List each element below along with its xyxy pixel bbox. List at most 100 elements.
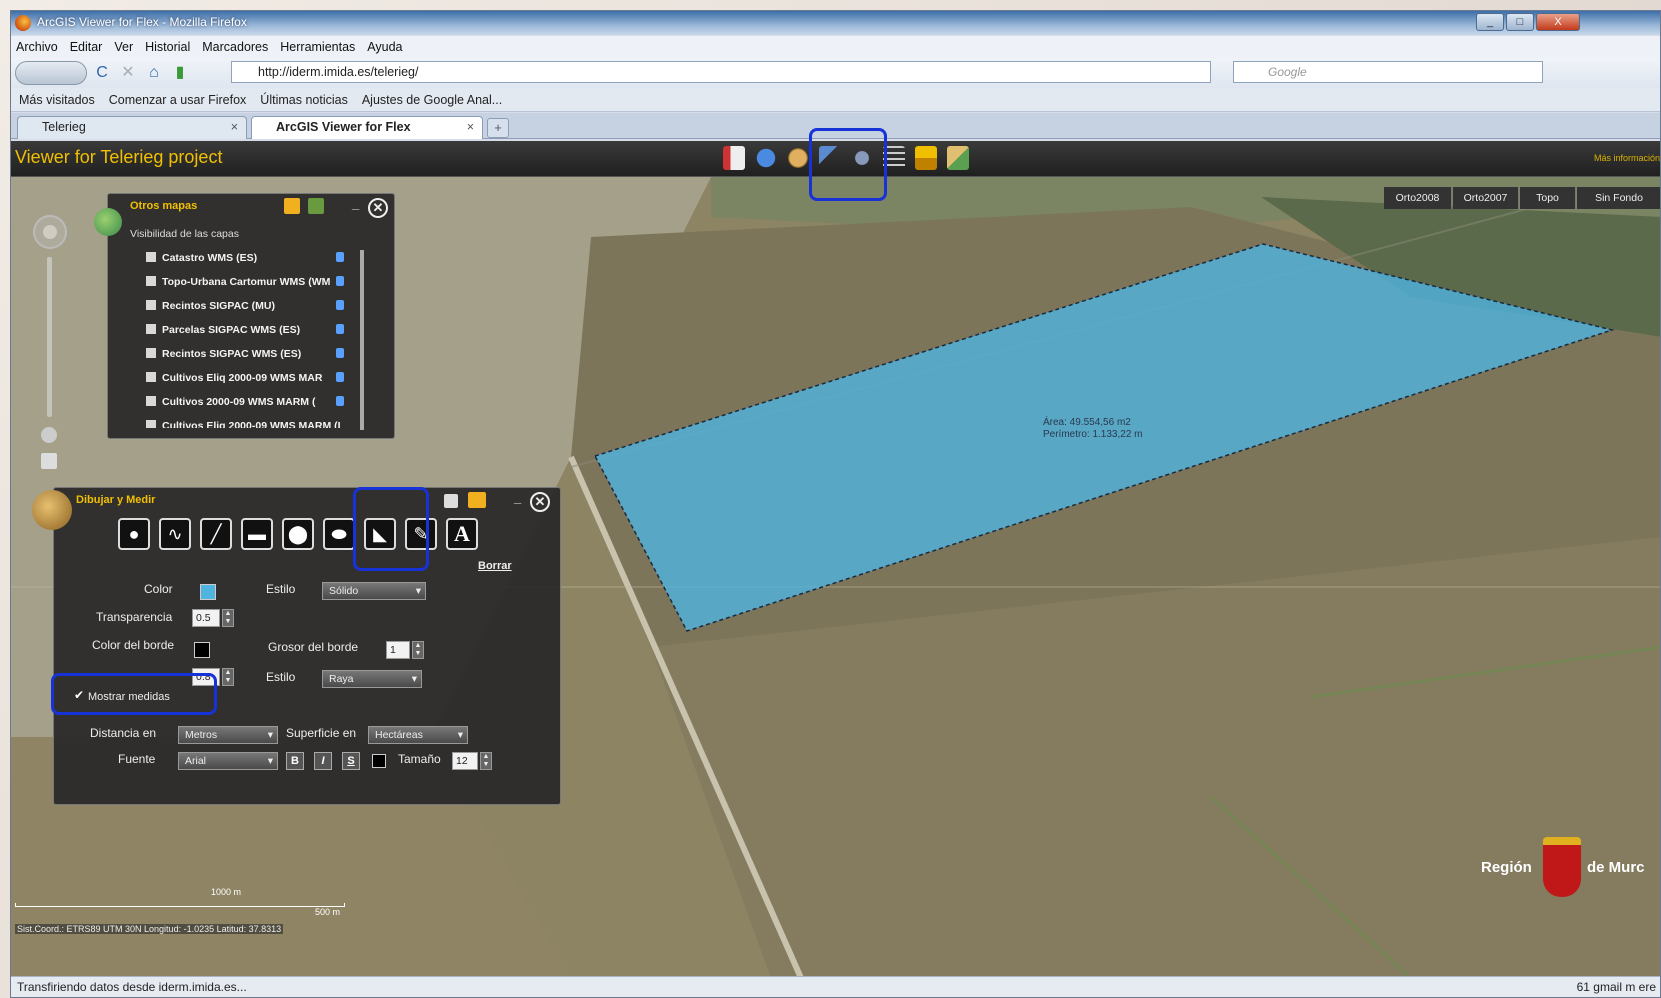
- bookmark-comenzar-firefox[interactable]: Comenzar a usar Firefox: [109, 93, 247, 107]
- distance-label: Distancia en: [90, 726, 157, 740]
- font-size-input[interactable]: 12: [452, 752, 478, 770]
- layer-row[interactable]: Topo-Urbana Cartomur WMS (WM: [146, 276, 344, 288]
- draw-freehand-line-tool[interactable]: ╱: [200, 518, 232, 550]
- font-select[interactable]: Arial: [178, 752, 278, 770]
- save-icon[interactable]: [308, 198, 324, 214]
- info-icon[interactable]: [336, 348, 344, 358]
- layers-widget-icon[interactable]: [915, 146, 937, 170]
- menu-archivo[interactable]: Archivo: [16, 40, 58, 54]
- draw-text-tool[interactable]: A: [446, 518, 478, 550]
- basemap-orto2007[interactable]: Orto2007: [1453, 187, 1519, 209]
- save-icon[interactable]: [444, 494, 458, 508]
- bookmarks-widget-icon[interactable]: [723, 146, 745, 170]
- tab-telerieg[interactable]: Telerieg ×: [17, 116, 247, 139]
- bold-button[interactable]: B: [286, 752, 304, 770]
- layer-row[interactable]: Cultivos Eliq 2000-09 WMS MARM (I: [146, 420, 341, 428]
- zoom-out-button[interactable]: [41, 453, 57, 469]
- basemap-topo[interactable]: Topo: [1520, 187, 1576, 209]
- fill-color-swatch[interactable]: [200, 584, 216, 600]
- font-color-swatch[interactable]: [372, 754, 386, 768]
- border-style-select[interactable]: Raya: [322, 670, 422, 688]
- info-icon[interactable]: [336, 396, 344, 406]
- draw-rectangle-tool[interactable]: ▬: [241, 518, 273, 550]
- url-bar[interactable]: http://iderm.imida.es/telerieg/: [231, 61, 1211, 83]
- layers-minimize-button[interactable]: _: [352, 196, 359, 211]
- info-icon[interactable]: [336, 252, 344, 262]
- menu-marcadores[interactable]: Marcadores: [202, 40, 268, 54]
- reload-icon[interactable]: C: [91, 62, 113, 84]
- layer-row[interactable]: Cultivos Eliq 2000-09 WMS MAR: [146, 372, 344, 384]
- globe-widget-icon[interactable]: [755, 146, 777, 170]
- bookmark-mas-visitados[interactable]: Más visitados: [19, 93, 95, 107]
- more-info-link[interactable]: Más información: [1594, 153, 1660, 163]
- italic-button[interactable]: I: [314, 752, 332, 770]
- layer-checkbox[interactable]: [146, 300, 156, 310]
- pan-icon[interactable]: [43, 225, 57, 239]
- layer-checkbox[interactable]: [146, 348, 156, 358]
- close-window-button[interactable]: X: [1536, 13, 1580, 31]
- basemap-sin-fondo[interactable]: Sin Fondo: [1577, 187, 1660, 209]
- layer-row[interactable]: Cultivos 2000-09 WMS MARM (: [146, 396, 344, 408]
- menu-historial[interactable]: Historial: [145, 40, 190, 54]
- map-view[interactable]: Área: 49.554,56 m2 Perímetro: 1.133,22 m…: [11, 177, 1660, 976]
- tab-arcgis-viewer[interactable]: ArcGIS Viewer for Flex ×: [251, 116, 483, 139]
- draw-close-button[interactable]: ✕: [530, 492, 550, 512]
- menu-ayuda[interactable]: Ayuda: [367, 40, 402, 54]
- draw-point-tool[interactable]: ●: [118, 518, 150, 550]
- info-icon[interactable]: [336, 276, 344, 286]
- draw-circle-tool[interactable]: ⬤: [282, 518, 314, 550]
- zoom-slider[interactable]: [47, 257, 52, 417]
- layer-checkbox[interactable]: [146, 420, 156, 428]
- folder-icon[interactable]: [284, 198, 300, 214]
- border-alpha-stepper[interactable]: ▲ ▼: [222, 668, 234, 686]
- folder-icon[interactable]: [468, 492, 486, 508]
- layer-row[interactable]: Recintos SIGPAC (MU): [146, 300, 344, 312]
- distance-unit-select[interactable]: Metros: [178, 726, 278, 744]
- home-icon[interactable]: ⌂: [143, 62, 165, 84]
- new-tab-button[interactable]: +: [487, 118, 509, 138]
- border-width-stepper[interactable]: ▲ ▼: [412, 641, 424, 659]
- layer-checkbox[interactable]: [146, 324, 156, 334]
- info-icon[interactable]: [336, 324, 344, 334]
- transparency-input[interactable]: 0.5: [192, 609, 220, 627]
- border-color-swatch[interactable]: [194, 642, 210, 658]
- border-width-input[interactable]: 1: [386, 641, 410, 659]
- search-input[interactable]: Google: [1233, 61, 1543, 83]
- bookmark-bar-icon[interactable]: ▮: [169, 62, 191, 84]
- layers-scrollbar[interactable]: [360, 250, 364, 430]
- tab-close-icon[interactable]: ×: [231, 117, 238, 138]
- font-size-stepper[interactable]: ▲ ▼: [480, 752, 492, 770]
- layer-checkbox[interactable]: [146, 396, 156, 406]
- draw-measure-widget-icon[interactable]: [787, 146, 809, 170]
- bookmark-ajustes-google[interactable]: Ajustes de Google Anal...: [362, 93, 502, 107]
- layer-checkbox[interactable]: [146, 252, 156, 262]
- underline-button[interactable]: S: [342, 752, 360, 770]
- basemap-orto2008[interactable]: Orto2008: [1384, 187, 1452, 209]
- stop-icon[interactable]: ✕: [117, 62, 139, 84]
- area-unit-select[interactable]: Hectáreas: [368, 726, 468, 744]
- info-icon[interactable]: [336, 372, 344, 382]
- menu-herramientas[interactable]: Herramientas: [280, 40, 355, 54]
- zoom-slider-handle[interactable]: [41, 427, 57, 443]
- draw-ellipse-tool[interactable]: ⬬: [323, 518, 355, 550]
- menu-editar[interactable]: Editar: [70, 40, 103, 54]
- layer-checkbox[interactable]: [146, 372, 156, 382]
- minimize-button[interactable]: _: [1476, 13, 1504, 31]
- fill-style-select[interactable]: Sólido: [322, 582, 426, 600]
- back-button[interactable]: [15, 61, 87, 85]
- layer-row[interactable]: Recintos SIGPAC WMS (ES): [146, 348, 344, 360]
- draw-minimize-button[interactable]: _: [514, 490, 521, 505]
- layer-row[interactable]: Parcelas SIGPAC WMS (ES): [146, 324, 344, 336]
- layers-close-button[interactable]: ✕: [368, 198, 388, 218]
- layer-row[interactable]: Catastro WMS (ES): [146, 252, 344, 264]
- draw-polyline-tool[interactable]: ∿: [159, 518, 191, 550]
- info-icon[interactable]: [336, 300, 344, 310]
- layer-checkbox[interactable]: [146, 276, 156, 286]
- bookmark-ultimas-noticias[interactable]: Últimas noticias: [260, 93, 348, 107]
- tab-close-icon[interactable]: ×: [467, 117, 474, 138]
- clear-link[interactable]: Borrar: [478, 560, 512, 572]
- maximize-button[interactable]: □: [1506, 13, 1534, 31]
- map-widget-icon[interactable]: [947, 146, 969, 170]
- menu-ver[interactable]: Ver: [114, 40, 133, 54]
- transparency-stepper[interactable]: ▲ ▼: [222, 609, 234, 627]
